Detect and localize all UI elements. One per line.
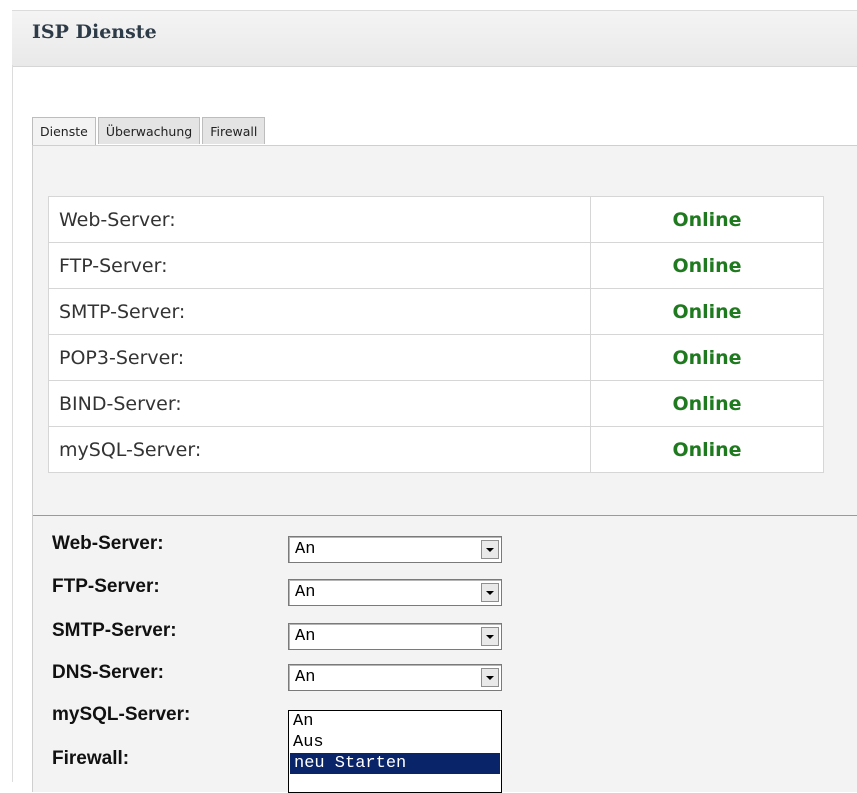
table-row: mySQL-Server: Online bbox=[48, 426, 824, 473]
status-badge: Online bbox=[590, 196, 824, 243]
smtp-server-select[interactable]: An bbox=[288, 623, 502, 650]
option-neu-starten[interactable]: neu Starten bbox=[290, 753, 500, 774]
table-row: Web-Server: Online bbox=[48, 196, 824, 243]
panel-border bbox=[12, 65, 13, 782]
table-row: SMTP-Server: Online bbox=[48, 288, 824, 335]
tab-content: Web-Server: Online FTP-Server: Online SM… bbox=[32, 145, 857, 793]
dns-server-label: DNS-Server: bbox=[52, 662, 164, 683]
table-row: BIND-Server: Online bbox=[48, 380, 824, 427]
status-badge: Online bbox=[590, 242, 824, 289]
status-badge: Online bbox=[590, 426, 824, 473]
ftp-server-label: FTP-Server: bbox=[52, 576, 160, 597]
select-value: An bbox=[295, 583, 316, 602]
dns-server-select[interactable]: An bbox=[288, 664, 502, 691]
dns-server-options-list[interactable]: An Aus neu Starten bbox=[288, 710, 502, 793]
chevron-down-icon[interactable] bbox=[481, 668, 499, 687]
select-value: An bbox=[295, 540, 316, 559]
option-aus[interactable]: Aus bbox=[289, 732, 501, 753]
smtp-server-label: SMTP-Server: bbox=[52, 620, 177, 641]
status-badge: Online bbox=[590, 288, 824, 335]
service-name: mySQL-Server: bbox=[48, 426, 591, 473]
service-name: Web-Server: bbox=[48, 196, 591, 243]
table-row: POP3-Server: Online bbox=[48, 334, 824, 381]
panel-header: ISP Dienste bbox=[12, 10, 857, 67]
tab-dienste[interactable]: Dienste bbox=[32, 117, 96, 145]
web-server-label: Web-Server: bbox=[52, 533, 164, 554]
panel-title: ISP Dienste bbox=[32, 21, 157, 43]
web-server-select[interactable]: An bbox=[288, 536, 502, 563]
option-an[interactable]: An bbox=[289, 711, 501, 732]
select-value: An bbox=[295, 627, 316, 646]
select-value: An bbox=[295, 668, 316, 687]
chevron-down-icon[interactable] bbox=[481, 540, 499, 559]
section-divider bbox=[33, 515, 857, 516]
service-name: BIND-Server: bbox=[48, 380, 591, 427]
service-name: POP3-Server: bbox=[48, 334, 591, 381]
tab-firewall[interactable]: Firewall bbox=[202, 117, 266, 144]
ftp-server-select[interactable]: An bbox=[288, 579, 502, 606]
chevron-down-icon[interactable] bbox=[481, 583, 499, 602]
isp-services-panel: ISP Dienste Dienste Überwachung Firewall… bbox=[12, 10, 857, 793]
tab-bar: Dienste Überwachung Firewall bbox=[32, 117, 267, 145]
tab-ueberwachung[interactable]: Überwachung bbox=[97, 117, 201, 144]
firewall-label: Firewall: bbox=[52, 748, 130, 769]
chevron-down-icon[interactable] bbox=[481, 627, 499, 646]
service-status-table: Web-Server: Online FTP-Server: Online SM… bbox=[48, 196, 824, 473]
status-badge: Online bbox=[590, 334, 824, 381]
service-name: FTP-Server: bbox=[48, 242, 591, 289]
status-badge: Online bbox=[590, 380, 824, 427]
mysql-server-label: mySQL-Server: bbox=[52, 704, 191, 725]
table-row: FTP-Server: Online bbox=[48, 242, 824, 289]
service-name: SMTP-Server: bbox=[48, 288, 591, 335]
